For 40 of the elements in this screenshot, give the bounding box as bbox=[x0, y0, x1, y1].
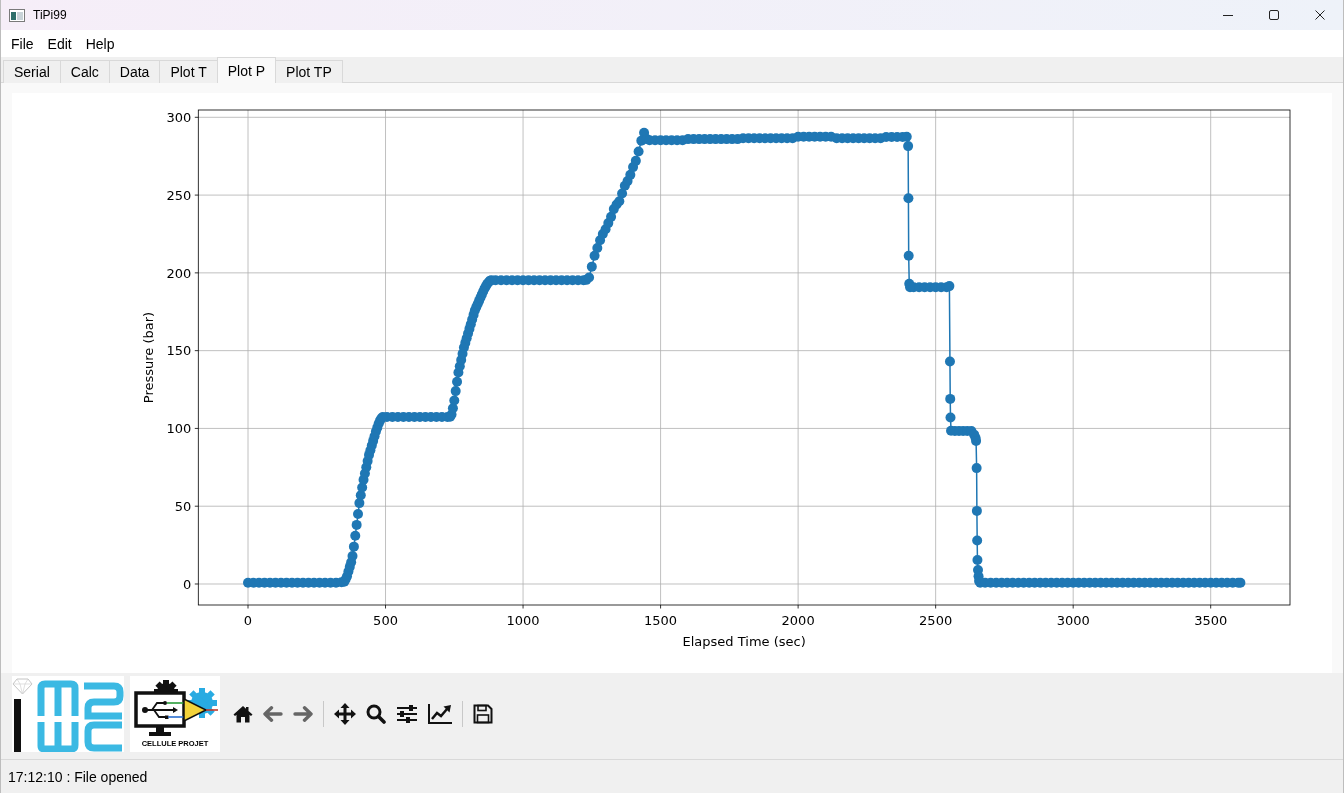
axis-title: Pressure (bar) bbox=[140, 311, 156, 404]
sliders-icon[interactable] bbox=[396, 705, 418, 723]
tick-label: 500 bbox=[373, 613, 398, 628]
menu-item[interactable]: File bbox=[4, 33, 41, 54]
tab[interactable]: Data bbox=[108, 60, 161, 83]
maximize-icon[interactable] bbox=[1269, 10, 1279, 20]
tick-label: 250 bbox=[166, 187, 192, 203]
status-text: 17:12:10 : File opened bbox=[8, 768, 148, 785]
search-icon[interactable] bbox=[366, 704, 386, 724]
tick-label: 0 bbox=[243, 613, 253, 628]
tick-label: 3500 bbox=[1194, 613, 1228, 628]
axis-title: Elapsed Time (sec) bbox=[682, 634, 806, 649]
tab[interactable]: Plot P bbox=[216, 57, 277, 83]
tick-label: 3000 bbox=[1056, 613, 1090, 628]
menu-item[interactable]: Help bbox=[78, 33, 122, 54]
window-title: TiPi99 bbox=[33, 8, 67, 22]
tick-label: 2500 bbox=[919, 613, 953, 628]
tab[interactable]: Plot TP bbox=[275, 60, 343, 83]
close-icon[interactable] bbox=[1315, 10, 1325, 20]
tick-label: 200 bbox=[166, 265, 192, 281]
tick-label: 0 bbox=[183, 576, 192, 592]
tick-label: 100 bbox=[166, 421, 192, 437]
tick-label: 300 bbox=[166, 110, 192, 125]
tab[interactable]: Plot T bbox=[159, 60, 218, 83]
home-icon[interactable] bbox=[233, 705, 253, 723]
tick-label: 50 bbox=[174, 498, 192, 514]
save-icon[interactable] bbox=[473, 704, 493, 724]
tab[interactable]: Calc bbox=[59, 60, 110, 83]
tick-label: 1000 bbox=[506, 613, 540, 628]
app-icon bbox=[9, 8, 25, 22]
move-icon[interactable] bbox=[334, 703, 356, 725]
tick-label: 2000 bbox=[781, 613, 815, 628]
menu-item[interactable]: Edit bbox=[40, 33, 79, 54]
tab[interactable]: Serial bbox=[3, 60, 61, 83]
back-arrow-icon[interactable] bbox=[263, 706, 283, 722]
line-chart-icon[interactable] bbox=[428, 704, 452, 724]
minimize-icon[interactable] bbox=[1223, 14, 1233, 16]
tick-label: 150 bbox=[166, 343, 192, 359]
tick-label: 1500 bbox=[644, 613, 678, 628]
forward-arrow-icon[interactable] bbox=[293, 706, 313, 722]
